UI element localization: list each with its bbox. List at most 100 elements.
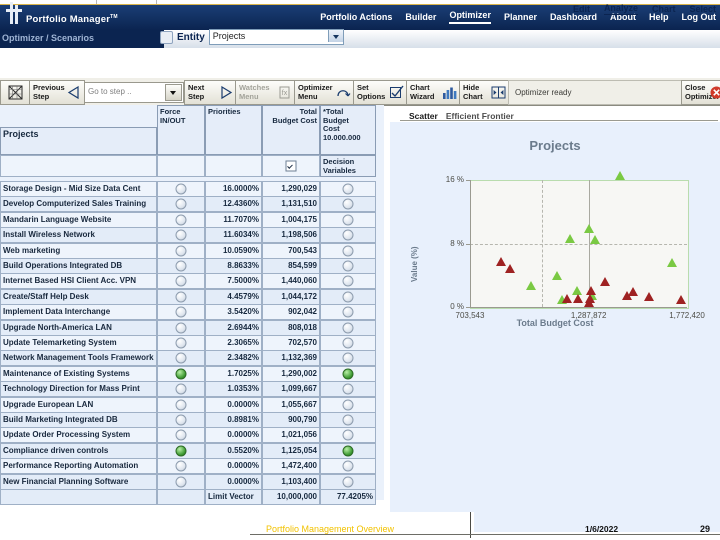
decision-knob-icon[interactable]	[342, 476, 354, 488]
force-knob-icon[interactable]	[175, 322, 187, 334]
force-in-out-toggle[interactable]	[157, 458, 205, 475]
watches-menu-button[interactable]: Watches Menu fx	[235, 80, 295, 105]
decision-knob-icon[interactable]	[342, 229, 354, 241]
nav-item-portfolio-actions[interactable]: Portfolio Actions	[320, 12, 392, 22]
scatter-point[interactable]	[589, 234, 600, 244]
decision-knob-icon[interactable]	[342, 291, 354, 303]
table-row[interactable]: Mandarin Language Website	[0, 211, 157, 228]
force-knob-icon[interactable]	[175, 245, 187, 257]
decision-knob-icon[interactable]	[342, 429, 354, 441]
decision-variable-toggle[interactable]	[320, 288, 376, 305]
force-knob-icon[interactable]	[175, 476, 187, 488]
force-in-out-toggle[interactable]	[157, 273, 205, 290]
decision-variables-checkbox-cell[interactable]	[262, 155, 320, 177]
decision-variable-toggle[interactable]	[320, 381, 376, 398]
decision-knob-icon[interactable]	[342, 198, 354, 210]
subnav-item-analyze[interactable]: Analyze	[603, 3, 638, 15]
table-row[interactable]: Upgrade European LAN	[0, 396, 157, 413]
decision-variable-toggle[interactable]	[320, 350, 376, 367]
table-row[interactable]: Upgrade North-America LAN	[0, 319, 157, 336]
nav-item-planner[interactable]: Planner	[504, 12, 537, 22]
scatter-point[interactable]	[551, 271, 562, 280]
force-knob-icon[interactable]	[175, 260, 187, 272]
table-row[interactable]: Maintenance of Existing Systems	[0, 365, 157, 382]
set-options-button[interactable]: Set Options	[353, 80, 407, 105]
table-row[interactable]: Performance Reporting Automation	[0, 458, 157, 475]
force-knob-icon[interactable]	[175, 183, 187, 195]
decision-knob-icon[interactable]	[342, 245, 354, 257]
force-knob-icon[interactable]	[175, 306, 187, 318]
table-row[interactable]: Storage Design - Mid Size Data Cent	[0, 181, 157, 197]
decision-variable-toggle[interactable]	[320, 458, 376, 475]
scatter-point[interactable]	[565, 233, 576, 243]
decision-variable-toggle[interactable]	[320, 412, 376, 428]
next-step-button[interactable]: Next Step	[184, 80, 236, 105]
decision-knob-icon[interactable]	[342, 275, 354, 287]
decision-variable-toggle[interactable]	[320, 273, 376, 290]
force-in-out-toggle[interactable]	[157, 365, 205, 382]
table-row[interactable]: Web marketing	[0, 242, 157, 259]
table-row[interactable]: Create/Staff Help Desk	[0, 288, 157, 305]
table-row[interactable]: Implement Data Interchange	[0, 304, 157, 321]
chevron-down-icon[interactable]	[165, 84, 182, 101]
scatter-point[interactable]	[600, 277, 611, 287]
chart-wizard-button[interactable]: Chart Wizard	[406, 80, 460, 105]
scatter-point[interactable]	[676, 295, 687, 305]
subnav-item-select[interactable]: Select	[689, 4, 716, 14]
decision-variable-toggle[interactable]	[320, 211, 376, 228]
force-knob-icon[interactable]	[175, 368, 187, 380]
force-knob-icon[interactable]	[175, 460, 187, 472]
force-in-out-toggle[interactable]	[157, 242, 205, 259]
force-knob-icon[interactable]	[175, 383, 187, 395]
force-in-out-toggle[interactable]	[157, 350, 205, 367]
scatter-point[interactable]	[495, 256, 506, 266]
force-in-out-toggle[interactable]	[157, 319, 205, 336]
table-row[interactable]: Internet Based HSI Client Acc. VPN	[0, 273, 157, 290]
table-row[interactable]: Update Telemarketing System	[0, 335, 157, 351]
table-row[interactable]: Technology Direction for Mass Print	[0, 381, 157, 398]
force-in-out-toggle[interactable]	[157, 258, 205, 274]
nav-item-builder[interactable]: Builder	[405, 12, 436, 22]
decision-variable-toggle[interactable]	[320, 365, 376, 382]
table-row[interactable]: Build Operations Integrated DB	[0, 258, 157, 274]
force-in-out-toggle[interactable]	[157, 381, 205, 398]
hide-chart-button[interactable]: Hide Chart	[459, 80, 509, 105]
force-in-out-toggle[interactable]	[157, 442, 205, 459]
previous-step-button[interactable]: Previous Step	[29, 80, 85, 105]
decision-knob-icon[interactable]	[342, 445, 354, 457]
decision-variable-toggle[interactable]	[320, 196, 376, 213]
force-in-out-toggle[interactable]	[157, 211, 205, 228]
decision-knob-icon[interactable]	[342, 383, 354, 395]
table-row[interactable]: Develop Computerized Sales Training	[0, 196, 157, 213]
decision-variables-checkbox[interactable]	[285, 160, 297, 172]
table-row[interactable]: Network Management Tools Framework	[0, 350, 157, 367]
table-row[interactable]: Install Wireless Network	[0, 227, 157, 244]
decision-variable-toggle[interactable]	[320, 335, 376, 351]
force-in-out-toggle[interactable]	[157, 181, 205, 197]
force-knob-icon[interactable]	[175, 352, 187, 364]
grid-icon-button[interactable]	[0, 80, 30, 105]
force-knob-icon[interactable]	[175, 429, 187, 441]
sub-nav[interactable]: Edit Analyze Chart Select	[573, 0, 716, 18]
decision-knob-icon[interactable]	[342, 460, 354, 472]
scatter-point[interactable]	[573, 294, 584, 304]
decision-knob-icon[interactable]	[342, 322, 354, 334]
nav-item-optimizer[interactable]: Optimizer	[449, 10, 491, 24]
force-knob-icon[interactable]	[175, 445, 187, 457]
force-in-out-toggle[interactable]	[157, 473, 205, 490]
decision-knob-icon[interactable]	[342, 337, 354, 349]
decision-knob-icon[interactable]	[342, 214, 354, 226]
force-in-out-toggle[interactable]	[157, 304, 205, 321]
scatter-point[interactable]	[526, 281, 537, 291]
force-in-out-toggle[interactable]	[157, 335, 205, 351]
force-knob-icon[interactable]	[175, 291, 187, 303]
decision-knob-icon[interactable]	[342, 183, 354, 195]
decision-knob-icon[interactable]	[342, 414, 354, 426]
scatter-point[interactable]	[584, 224, 595, 234]
decision-variable-toggle[interactable]	[320, 242, 376, 259]
decision-variable-toggle[interactable]	[320, 442, 376, 459]
goto-step-combo[interactable]: Go to step ..	[84, 82, 184, 103]
force-knob-icon[interactable]	[175, 399, 187, 411]
optimizer-menu-button[interactable]: Optimizer Menu	[294, 80, 354, 105]
decision-variable-toggle[interactable]	[320, 227, 376, 244]
